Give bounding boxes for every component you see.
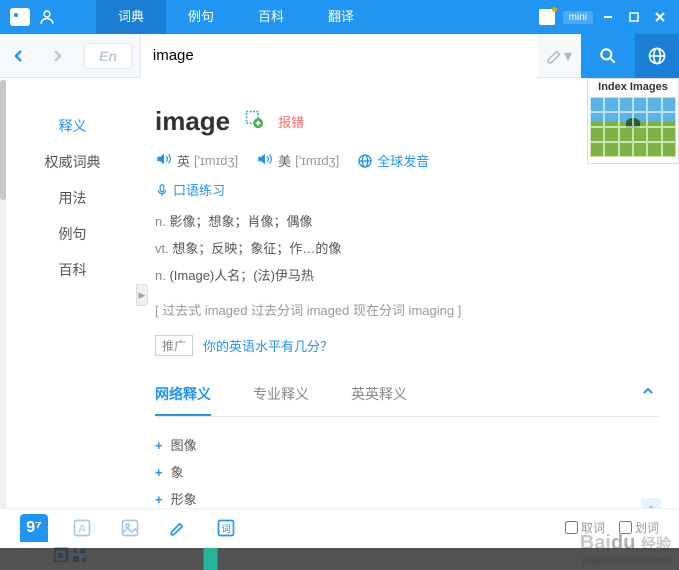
subtab-professional[interactable]: 专业释义 [253,384,309,416]
close-button[interactable] [649,6,671,28]
sidebar: 释义 权威词典 用法 例句 百科 [0,78,145,508]
minimize-button[interactable] [597,6,619,28]
globe-icon [357,153,373,169]
subtab-web[interactable]: 网络释义 [155,384,211,416]
headword: image [155,106,230,137]
uk-label: 英 [177,151,190,170]
tab-examples[interactable]: 例句 [166,0,236,34]
notification-icon[interactable] [539,9,555,25]
definition-verb: vt. 想象；反映；象征；作…的像 [155,238,659,257]
toolbar-font-icon[interactable]: A [68,514,96,542]
forward-button[interactable] [38,34,76,78]
search-bar: En ▾ [0,34,679,78]
tab-encyclopedia[interactable]: 百科 [236,0,306,34]
netdef-item[interactable]: +象 [155,458,659,485]
add-to-wordbook-icon[interactable] [244,109,264,134]
definition-noun: n. 影像；想象；肖像；偶像 [155,211,659,230]
web-definitions-list: +图像 +象 +形象 +图片 [155,431,659,508]
definition-subtabs: 网络释义 专业释义 英英释义 [155,384,659,417]
us-sound-icon[interactable] [256,152,274,169]
subtab-english[interactable]: 英英释义 [351,384,407,416]
web-search-button[interactable] [635,34,679,78]
toolbar-image-icon[interactable] [116,514,144,542]
app-logo-icon [10,8,30,26]
maximize-button[interactable] [623,6,645,28]
titlebar: 词典 例句 百科 翻译 mini [0,0,679,34]
sidebar-item-definition[interactable]: 释义 [0,108,145,144]
image-thumbnail[interactable]: Index Images [587,78,679,164]
user-icon[interactable] [38,8,56,26]
netdef-item[interactable]: +图像 [155,431,659,458]
svg-text:A: A [78,523,86,535]
bottom-toolbar: 9⁷ A 词 取词 划词 [0,508,679,546]
sidebar-item-encyclopedia[interactable]: 百科 [0,252,145,288]
sidebar-item-usage[interactable]: 用法 [0,180,145,216]
report-error-link[interactable]: 报错 [278,112,304,131]
collapse-icon[interactable] [641,384,655,401]
svg-text:词: 词 [221,524,230,534]
sidebar-item-authority[interactable]: 权威词典 [0,144,145,180]
microphone-icon [155,183,169,197]
netdef-item[interactable]: +形象 [155,485,659,508]
us-phonetic: ['ɪmɪdʒ] [295,153,339,168]
mini-mode-badge[interactable]: mini [563,11,593,24]
handwrite-icon[interactable]: ▾ [537,46,581,66]
us-label: 美 [278,151,291,170]
tab-dictionary[interactable]: 词典 [96,0,166,34]
sidebar-item-examples[interactable]: 例句 [0,216,145,252]
global-pronunciation-link[interactable]: 全球发音 [357,151,429,170]
toolbar-word-icon[interactable]: 词 [212,514,240,542]
back-button[interactable] [0,34,38,78]
search-input[interactable] [141,34,537,78]
uk-sound-icon[interactable] [155,152,173,169]
search-button[interactable] [581,34,635,78]
language-selector[interactable]: En [84,43,132,69]
promo-tag: 推广 [155,335,193,356]
top-tabs: 词典 例句 百科 翻译 [96,0,376,34]
bottom-strip [0,548,679,570]
promo-link[interactable]: 你的英语水平有几分？ [203,336,333,355]
toolbar-edit-icon[interactable] [164,514,192,542]
toolbar-dictionary-icon[interactable]: 9⁷ [20,514,48,542]
word-forms: [ 过去式 imaged 过去分词 imaged 现在分词 imaging ] [155,300,659,319]
left-scrollbar[interactable] [0,80,6,510]
definition-name: n. (Image)人名；(法)伊马热 [155,265,659,284]
speaking-practice-link[interactable]: 口语练习 [155,180,659,199]
tab-translate[interactable]: 翻译 [306,0,376,34]
entry-content: Index Images image 报错 英 ['ɪmɪdʒ] 美 ['ɪmɪ… [145,78,679,508]
thumbnail-title: Index Images [588,79,678,95]
uk-phonetic: ['ɪmɪdʒ] [194,153,238,168]
main-content: 释义 权威词典 用法 例句 百科 ▶ Index Images image 报错… [0,78,679,508]
